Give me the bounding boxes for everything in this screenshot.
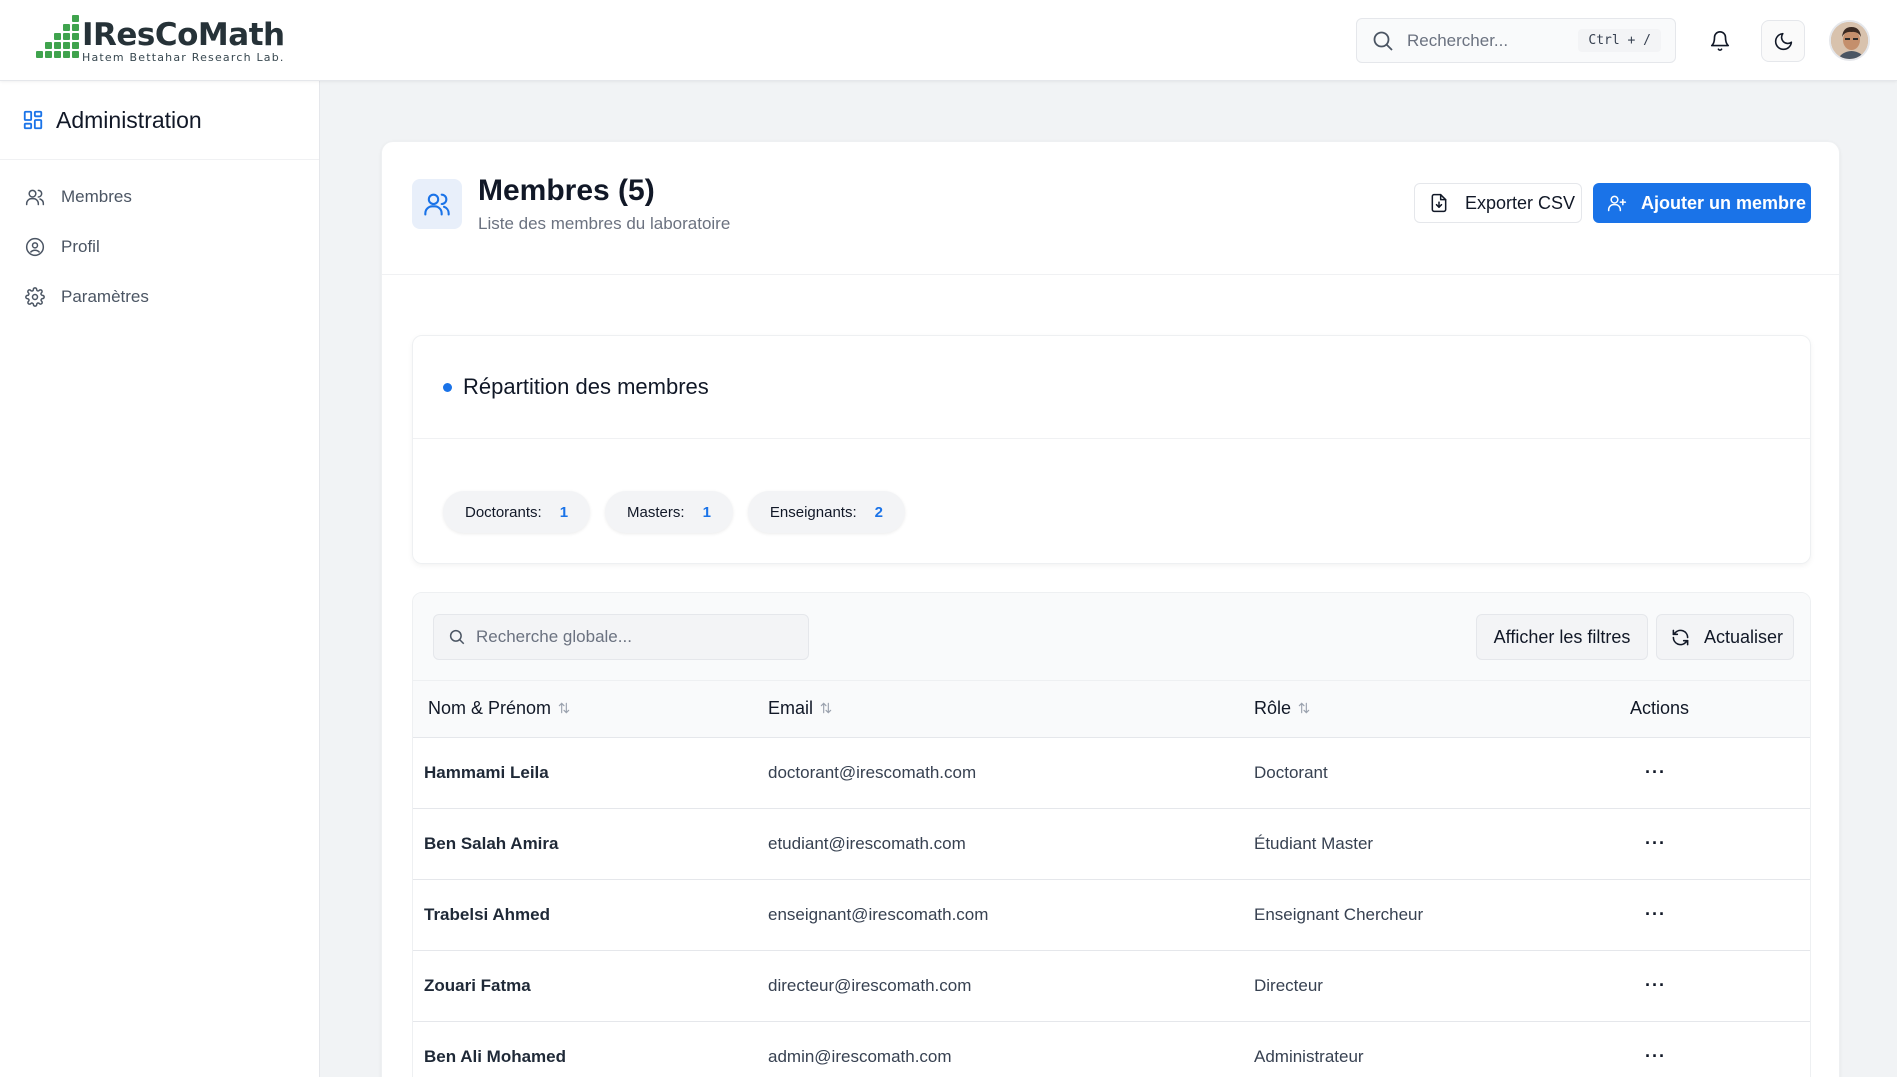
sidebar-item-membres[interactable]: Membres	[0, 172, 319, 222]
search-placeholder: Rechercher...	[1407, 30, 1509, 50]
cell-name: Trabelsi Ahmed	[424, 904, 550, 924]
file-download-icon	[1431, 193, 1447, 213]
sidebar-item-parametres[interactable]: Paramètres	[0, 272, 319, 322]
cell-name: Ben Ali Mohamed	[424, 1046, 566, 1066]
table-row[interactable]: Ben Ali Mohamed admin@irescomath.com Adm…	[413, 1021, 1810, 1077]
table-search-placeholder: Recherche globale...	[476, 627, 632, 646]
chip-value: 1	[559, 503, 569, 521]
chip-doctorants: Doctorants: 1	[443, 491, 591, 533]
table-search-input[interactable]: Recherche globale...	[433, 614, 809, 660]
cell-email: admin@irescomath.com	[768, 1046, 952, 1066]
logo-subtitle: Hatem Bettahar Research Lab.	[82, 51, 285, 64]
refresh-label: Actualiser	[1704, 626, 1784, 647]
cell-email: directeur@irescomath.com	[768, 975, 972, 995]
members-table: Nom & Prénom Email Rôle Actions Hammami …	[413, 681, 1810, 1077]
refresh-button[interactable]: Actualiser	[1656, 614, 1794, 660]
cell-name: Zouari Fatma	[424, 975, 531, 995]
cell-email: etudiant@irescomath.com	[768, 833, 966, 853]
cell-role: Doctorant	[1254, 762, 1328, 782]
column-header-actions: Actions	[1630, 681, 1810, 738]
cell-name: Ben Salah Amira	[424, 833, 559, 853]
avatar[interactable]	[1829, 20, 1870, 61]
table-row[interactable]: Ben Salah Amira etudiant@irescomath.com …	[413, 808, 1810, 879]
table-header-row: Nom & Prénom Email Rôle Actions	[413, 681, 1810, 738]
export-csv-button[interactable]: Exporter CSV	[1414, 183, 1582, 223]
search-icon	[449, 629, 465, 645]
show-filters-button[interactable]: Afficher les filtres	[1476, 614, 1648, 660]
more-actions-icon[interactable]: ···	[1645, 975, 1666, 995]
cell-email: enseignant@irescomath.com	[768, 904, 989, 924]
sort-icon[interactable]	[1297, 699, 1311, 720]
chip-label: Masters:	[627, 503, 685, 521]
theme-toggle-button[interactable]	[1761, 20, 1805, 62]
sort-icon[interactable]	[557, 699, 571, 720]
table-row[interactable]: Hammami Leila doctorant@irescomath.com D…	[413, 737, 1810, 808]
chip-value: 1	[702, 503, 711, 521]
sidebar-item-label: Paramètres	[61, 287, 149, 306]
sort-icon[interactable]	[819, 699, 833, 720]
bullet-dot	[443, 382, 452, 392]
search-shortcut: Ctrl + /	[1578, 29, 1661, 52]
chip-label: Enseignants:	[769, 503, 857, 521]
cell-role: Enseignant Chercheur	[1254, 904, 1424, 924]
members-card: Membres (5) Liste des membres du laborat…	[381, 141, 1840, 1077]
more-actions-icon[interactable]: ···	[1645, 904, 1666, 924]
cell-role: Administrateur	[1254, 1046, 1364, 1066]
export-csv-label: Exporter CSV	[1465, 192, 1576, 213]
members-table-panel: Recherche globale... Afficher les filtre…	[412, 592, 1811, 1077]
user-circle-icon	[25, 237, 45, 257]
more-actions-icon[interactable]: ···	[1645, 833, 1666, 853]
column-header-role[interactable]: Rôle	[1254, 681, 1630, 738]
sidebar: Administration Membres Profil Paramètres	[0, 81, 320, 1077]
more-actions-icon[interactable]: ···	[1645, 1046, 1666, 1066]
logo[interactable]: IResCoMath Hatem Bettahar Research Lab.	[36, 15, 285, 64]
add-member-label: Ajouter un membre	[1641, 192, 1807, 213]
global-search-input[interactable]: Rechercher... Ctrl + /	[1356, 18, 1676, 63]
moon-icon	[1774, 32, 1792, 50]
users-icon	[25, 189, 45, 206]
cell-role: Étudiant Master	[1254, 833, 1374, 853]
table-toolbar: Recherche globale... Afficher les filtre…	[413, 593, 1810, 681]
logo-title: IResCoMath	[82, 17, 285, 53]
dashboard-icon	[23, 110, 43, 130]
cell-role: Directeur	[1254, 975, 1323, 995]
top-bar: IResCoMath Hatem Bettahar Research Lab. …	[0, 0, 1897, 81]
gear-icon	[25, 287, 45, 307]
sidebar-item-profil[interactable]: Profil	[0, 222, 319, 272]
users-icon	[412, 179, 462, 229]
search-icon	[1373, 31, 1393, 51]
distribution-panel: Répartition des membres Doctorants: 1 Ma…	[412, 335, 1811, 564]
chip-masters: Masters: 1	[605, 491, 733, 533]
notifications-button[interactable]	[1698, 20, 1742, 62]
page-subtitle: Liste des membres du laboratoire	[478, 214, 731, 233]
user-plus-icon	[1607, 195, 1627, 212]
cell-email: doctorant@irescomath.com	[768, 762, 977, 782]
column-header-name[interactable]: Nom & Prénom	[413, 681, 768, 738]
column-header-email[interactable]: Email	[768, 681, 1254, 738]
chip-enseignants: Enseignants: 2	[747, 491, 905, 533]
logo-bars-icon	[36, 15, 79, 62]
card-header: Membres (5) Liste des membres du laborat…	[382, 142, 1839, 275]
distribution-title: Répartition des membres	[463, 374, 709, 399]
table-row[interactable]: Trabelsi Ahmed enseignant@irescomath.com…	[413, 879, 1810, 950]
table-row[interactable]: Zouari Fatma directeur@irescomath.com Di…	[413, 950, 1810, 1021]
refresh-icon	[1672, 629, 1689, 645]
chip-value: 2	[874, 503, 883, 521]
sidebar-item-label: Profil	[61, 237, 100, 256]
chip-label: Doctorants:	[465, 503, 542, 521]
more-actions-icon[interactable]: ···	[1645, 762, 1666, 782]
cell-name: Hammami Leila	[424, 762, 549, 782]
add-member-button[interactable]: Ajouter un membre	[1593, 183, 1811, 223]
sidebar-title: Administration	[56, 106, 202, 133]
sidebar-item-label: Membres	[61, 187, 132, 206]
sidebar-header: Administration	[0, 81, 319, 160]
bell-icon	[1710, 31, 1730, 51]
page-title: Membres (5)	[478, 174, 655, 207]
